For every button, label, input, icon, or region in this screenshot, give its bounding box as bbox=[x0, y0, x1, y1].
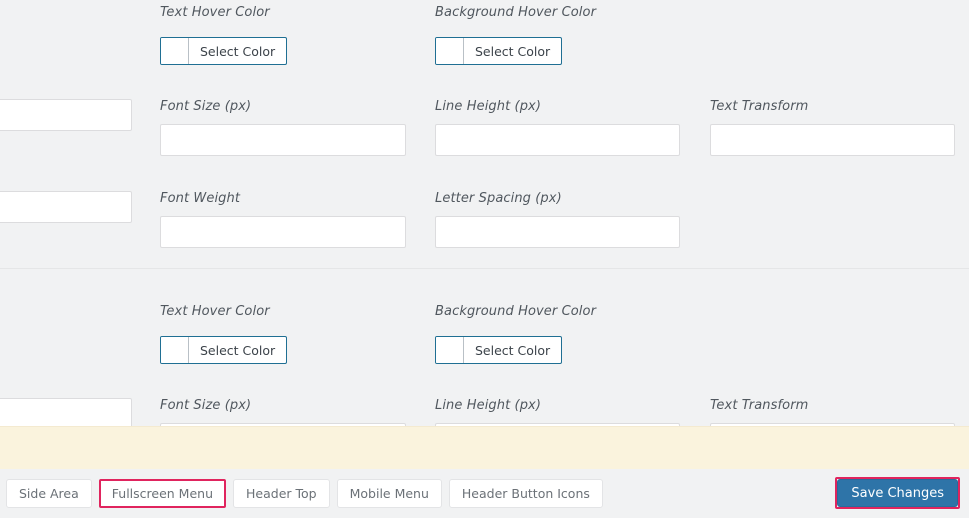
tab-header-button-icons[interactable]: Header Button Icons bbox=[448, 479, 603, 508]
label-text-transform-1: Text Transform bbox=[710, 99, 809, 114]
color-swatch-text-hover-2[interactable] bbox=[161, 337, 189, 363]
select-color-label-2b: Select Color bbox=[475, 342, 551, 358]
bottom-action-bar: e Side Area Fullscreen Menu Header Top M… bbox=[0, 469, 969, 518]
color-picker-text-hover-1[interactable]: Select Color bbox=[160, 37, 288, 65]
select-color-label-1a: Select Color bbox=[200, 43, 276, 59]
field-background-hover-color-1: Background Hover Color Select Color bbox=[435, 5, 596, 69]
field-text-hover-color-1: Text Hover Color Select Color bbox=[160, 5, 288, 69]
field-font-size-1: Font Size (px) bbox=[160, 99, 406, 156]
color-picker-text-hover-2[interactable]: Select Color bbox=[160, 336, 288, 364]
tab-mobile-menu[interactable]: Mobile Menu bbox=[336, 479, 442, 508]
tab-side-area[interactable]: Side Area bbox=[6, 479, 92, 508]
select-color-label-1b: Select Color bbox=[475, 43, 551, 59]
save-changes-highlight: Save Changes bbox=[835, 477, 960, 509]
save-changes-button[interactable]: Save Changes bbox=[837, 479, 958, 507]
input-letter-spacing-1[interactable] bbox=[435, 216, 680, 248]
label-font-weight-1: Font Weight bbox=[160, 191, 241, 206]
tab-fullscreen-menu[interactable]: Fullscreen Menu bbox=[98, 479, 227, 508]
section-divider bbox=[0, 268, 969, 269]
color-picker-background-hover-2[interactable]: Select Color bbox=[435, 336, 563, 364]
label-text-transform-2: Text Transform bbox=[710, 398, 809, 413]
label-text-hover-color-1: Text Hover Color bbox=[160, 5, 270, 20]
label-background-hover-color-2: Background Hover Color bbox=[435, 304, 597, 319]
field-font-weight-1: Font Weight bbox=[160, 191, 406, 248]
input-font-weight-1[interactable] bbox=[160, 216, 406, 248]
tab-header-top[interactable]: Header Top bbox=[233, 479, 330, 508]
color-picker-background-hover-1[interactable]: Select Color bbox=[435, 37, 563, 65]
label-font-size-2: Font Size (px) bbox=[160, 398, 252, 413]
label-letter-spacing-1: Letter Spacing (px) bbox=[435, 191, 562, 206]
input-line-height-1[interactable] bbox=[435, 124, 680, 156]
label-font-size-1: Font Size (px) bbox=[160, 99, 252, 114]
label-line-height-1: Line Height (px) bbox=[435, 99, 542, 114]
field-background-hover-color-2: Background Hover Color Select Color bbox=[435, 304, 596, 368]
field-clipped-left-2 bbox=[0, 191, 132, 223]
field-letter-spacing-1: Letter Spacing (px) bbox=[435, 191, 680, 248]
options-screen: Text Hover Color Select Color Background… bbox=[0, 0, 969, 518]
tab-group: Side Area Fullscreen Menu Header Top Mob… bbox=[6, 479, 603, 508]
input-clipped-left-2[interactable] bbox=[0, 191, 132, 223]
options-panel: Text Hover Color Select Color Background… bbox=[0, 0, 969, 470]
input-clipped-left-1[interactable] bbox=[0, 99, 132, 131]
color-swatch-background-hover-2[interactable] bbox=[436, 337, 464, 363]
field-text-hover-color-2: Text Hover Color Select Color bbox=[160, 304, 288, 368]
label-text-hover-color-2: Text Hover Color bbox=[160, 304, 270, 319]
label-line-height-2: Line Height (px) bbox=[435, 398, 542, 413]
input-text-transform-1[interactable] bbox=[710, 124, 955, 156]
color-swatch-text-hover-1[interactable] bbox=[161, 38, 189, 64]
field-line-height-1: Line Height (px) bbox=[435, 99, 680, 156]
select-color-label-2a: Select Color bbox=[200, 342, 276, 358]
input-font-size-1[interactable] bbox=[160, 124, 406, 156]
label-background-hover-color-1: Background Hover Color bbox=[435, 5, 597, 20]
color-swatch-background-hover-1[interactable] bbox=[436, 38, 464, 64]
field-text-transform-1: Text Transform bbox=[710, 99, 955, 156]
notice-bar bbox=[0, 426, 969, 471]
field-clipped-left-1 bbox=[0, 99, 132, 131]
